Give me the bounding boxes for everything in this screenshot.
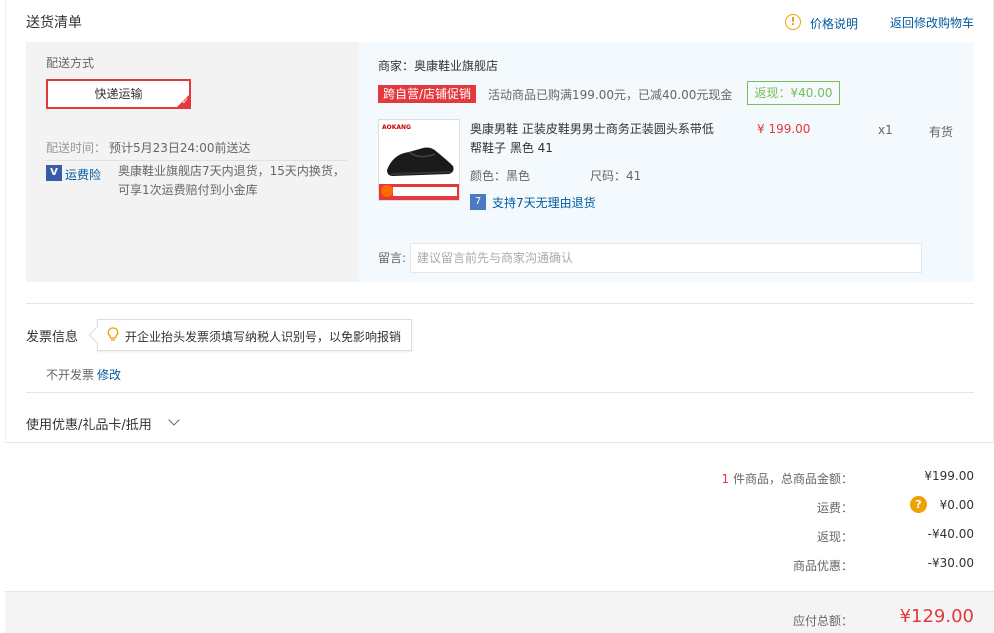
freight-insurance-link[interactable]: 运费险 [65, 166, 101, 183]
invoice-edit-link[interactable]: 修改 [97, 366, 121, 383]
coupon-toggle[interactable]: 使用优惠/礼品卡/抵用 [26, 414, 152, 433]
payable-label: 应付总额： [792, 614, 853, 628]
divider [26, 303, 974, 304]
product-size: 尺码：41 [590, 169, 642, 183]
freight-label: 运费： [816, 501, 853, 515]
shoe-image: AOKANG [379, 120, 459, 200]
merchant-name: 商家：奥康鞋业旗舰店 [378, 59, 499, 73]
selected-check-icon: ✓ [176, 94, 190, 108]
discount-value: -¥30.00 [927, 556, 974, 570]
delivery-time-value: 预计5月23日24:00前送达 [109, 141, 251, 155]
back-to-cart-link[interactable]: 返回修改购物车 [890, 14, 974, 31]
product-color: 颜色：黑色 [470, 169, 531, 183]
express-delivery-option[interactable]: 快递运输 ✓ [46, 79, 191, 109]
return-policy-link[interactable]: 支持7天无理由退货 [492, 194, 596, 211]
invoice-tip-text: 开企业抬头发票须填写纳税人识别号，以免影响报销 [125, 330, 402, 344]
goods-total: ¥199.00 [924, 469, 974, 483]
shield-icon: V [46, 165, 62, 181]
express-delivery-label: 快递运输 [94, 87, 143, 101]
promo-badge: 跨自营/店铺促销 [378, 85, 477, 103]
note-label: 留言: [378, 251, 407, 265]
rebate-label: 返现： [816, 530, 853, 544]
promo-text: 活动商品已购满199.00元，已减40.00元现金 [488, 88, 733, 102]
info-icon[interactable]: ! [785, 14, 801, 30]
divider [26, 392, 974, 393]
rebate-value: -¥40.00 [927, 527, 974, 541]
divider [46, 160, 347, 161]
help-icon[interactable]: ? [910, 496, 927, 513]
delivery-time-label: 配送时间： [46, 141, 107, 155]
rebate-badge: 返现：¥40.00 [747, 81, 840, 105]
discount-label: 商品优惠： [792, 559, 853, 573]
product-price: ¥ 199.00 [757, 122, 811, 136]
product-title[interactable]: 奥康男鞋 正装皮鞋男男士商务正装圆头系带低帮鞋子 黑色 41 [470, 120, 720, 158]
delivery-method-label: 配送方式 [46, 56, 95, 70]
product-quantity: x1 [878, 123, 893, 137]
invoice-tooltip: 开企业抬头发票须填写纳税人识别号，以免影响报销 [88, 319, 412, 351]
freight-value: ¥0.00 [939, 498, 974, 512]
invoice-title: 发票信息 [26, 330, 79, 345]
payable-amount: ¥129.00 [899, 606, 974, 627]
lightbulb-icon [107, 327, 121, 343]
brand-mark: AOKANG [382, 124, 411, 131]
note-input[interactable] [410, 243, 922, 273]
section-title: 送货清单 [26, 15, 82, 31]
return-policy-icon: 7 [470, 194, 486, 210]
goods-count-label: 1 件商品，总商品金额： [722, 470, 853, 487]
product-image[interactable]: AOKANG [378, 119, 460, 201]
price-info-link[interactable]: 价格说明 [810, 15, 858, 32]
goods-total-label: 件商品，总商品金额： [729, 472, 853, 486]
freight-insurance-desc: 奥康鞋业旗舰店7天内退货，15天内换货，可享1次运费赔付到小金库 [118, 164, 345, 197]
stock-status: 有货 [929, 125, 954, 139]
invoice-value: 不开发票 [46, 368, 95, 382]
